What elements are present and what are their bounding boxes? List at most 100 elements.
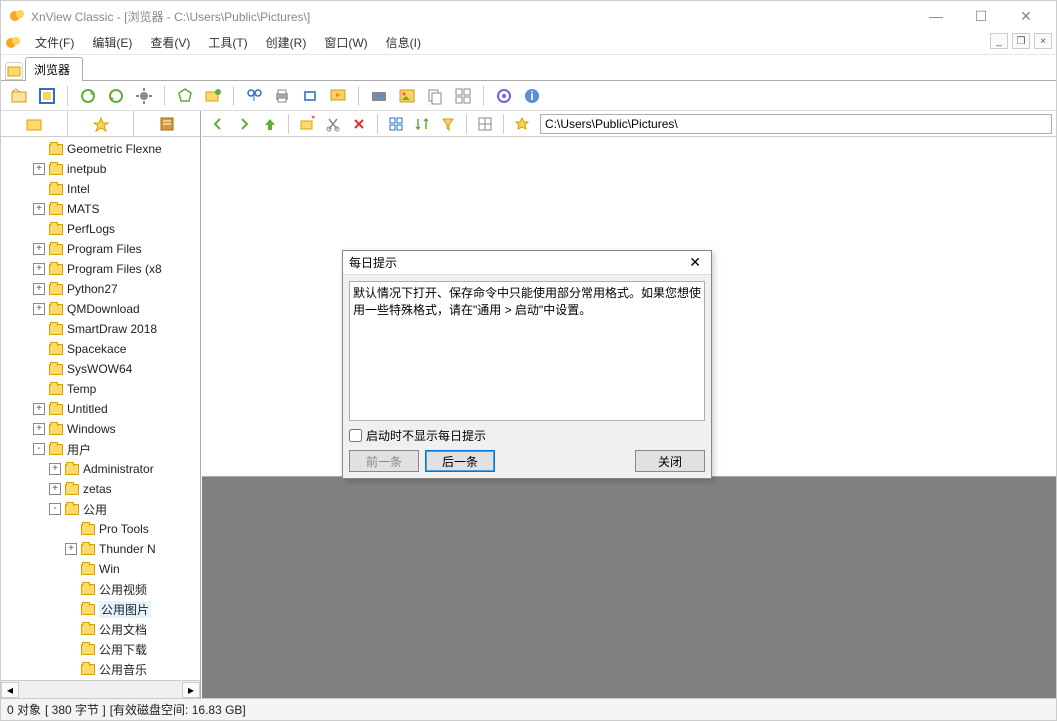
preview-area[interactable] — [202, 477, 1056, 698]
nav-up-icon[interactable] — [258, 112, 282, 136]
settings-icon[interactable] — [492, 84, 516, 108]
tree-item[interactable]: +公用下载 — [1, 639, 200, 659]
dialog-next-button[interactable]: 后一条 — [425, 450, 495, 472]
sidebar-folder-icon[interactable] — [1, 111, 68, 136]
search-icon[interactable] — [242, 84, 266, 108]
checkbox-input[interactable] — [349, 429, 362, 442]
expand-icon[interactable]: + — [33, 243, 45, 255]
tree-item[interactable]: +公用图片 — [1, 599, 200, 619]
folder-icon — [49, 404, 63, 415]
nav-cut-icon[interactable] — [321, 112, 345, 136]
expand-icon[interactable]: + — [49, 463, 61, 475]
expand-icon[interactable]: + — [33, 263, 45, 275]
camera-icon[interactable] — [367, 84, 391, 108]
print-icon[interactable] — [270, 84, 294, 108]
folder-new-icon[interactable] — [201, 84, 225, 108]
tree-item[interactable]: +公用视频 — [1, 579, 200, 599]
expand-icon[interactable]: + — [33, 423, 45, 435]
tree-item[interactable]: +公用音乐 — [1, 659, 200, 679]
expand-icon[interactable]: + — [33, 163, 45, 175]
dialog-close-icon[interactable]: ✕ — [685, 254, 705, 271]
menu-edit[interactable]: 编辑(E) — [84, 32, 140, 53]
nav-back-icon[interactable] — [206, 112, 230, 136]
folder-tree[interactable]: +Geometric Flexne+inetpub+Intel+MATS+Per… — [1, 137, 200, 680]
nav-newfolder-icon[interactable]: * — [295, 112, 319, 136]
nav-delete-icon[interactable] — [347, 112, 371, 136]
mdi-close[interactable]: × — [1034, 33, 1052, 49]
nav-sort-icon[interactable] — [410, 112, 434, 136]
open-icon[interactable] — [7, 84, 31, 108]
sidebar-favorite-icon[interactable] — [68, 111, 135, 136]
sidebar-catalog-icon[interactable] — [134, 111, 200, 136]
tree-item[interactable]: +Intel — [1, 179, 200, 199]
refresh-icon[interactable] — [76, 84, 100, 108]
expand-icon[interactable]: + — [33, 283, 45, 295]
tree-item[interactable]: +Program Files — [1, 239, 200, 259]
info-icon[interactable]: i — [520, 84, 544, 108]
maximize-button[interactable]: ☐ — [959, 2, 1003, 30]
expand-icon[interactable]: + — [33, 203, 45, 215]
tree-item[interactable]: +Untitled — [1, 399, 200, 419]
menu-file[interactable]: 文件(F) — [27, 32, 82, 53]
copy-icon[interactable] — [423, 84, 447, 108]
nav-favorite-icon[interactable] — [510, 112, 534, 136]
tree-item[interactable]: +Python27 — [1, 279, 200, 299]
scroll-left-icon[interactable]: ◂ — [1, 682, 19, 698]
tree-item[interactable]: +MATS — [1, 199, 200, 219]
tree-item[interactable]: +PerfLogs — [1, 219, 200, 239]
tree-item[interactable]: +Spacekace — [1, 339, 200, 359]
tree-item[interactable]: +QMDownload — [1, 299, 200, 319]
nav-filter-icon[interactable] — [436, 112, 460, 136]
grid-icon[interactable] — [451, 84, 475, 108]
mdi-restore[interactable]: ❐ — [1012, 33, 1030, 49]
menu-info[interactable]: 信息(I) — [378, 32, 429, 53]
address-input[interactable] — [540, 114, 1052, 134]
tree-item[interactable]: +zetas — [1, 479, 200, 499]
dialog-prev-button[interactable]: 前一条 — [349, 450, 419, 472]
dialog-dont-show-checkbox[interactable]: 启动时不显示每日提示 — [349, 427, 705, 444]
nav-layout-icon[interactable] — [473, 112, 497, 136]
menu-window[interactable]: 窗口(W) — [316, 32, 375, 53]
image-icon[interactable] — [395, 84, 419, 108]
dialog-titlebar[interactable]: 每日提示 ✕ — [343, 251, 711, 275]
menu-tools[interactable]: 工具(T) — [200, 32, 255, 53]
tree-item[interactable]: +公用文档 — [1, 619, 200, 639]
tree-item[interactable]: +Windows — [1, 419, 200, 439]
tree-item[interactable]: +Pro Tools — [1, 519, 200, 539]
nav-forward-icon[interactable] — [232, 112, 256, 136]
close-button[interactable]: ✕ — [1004, 2, 1048, 30]
sidebar-hscroll[interactable]: ◂ ▸ — [1, 680, 200, 698]
tree-item[interactable]: +Administrator — [1, 459, 200, 479]
tree-item[interactable]: +SysWOW64 — [1, 359, 200, 379]
nav-view-icon[interactable] — [384, 112, 408, 136]
scan-icon[interactable] — [298, 84, 322, 108]
expand-icon[interactable]: + — [65, 543, 77, 555]
tab-browser[interactable]: 浏览器 — [25, 57, 83, 81]
tree-item[interactable]: -用户 — [1, 439, 200, 459]
collapse-icon[interactable]: - — [49, 503, 61, 515]
dialog-close-button[interactable]: 关闭 — [635, 450, 705, 472]
expand-icon[interactable]: + — [49, 483, 61, 495]
refresh-alt-icon[interactable] — [104, 84, 128, 108]
tabbar-icon[interactable] — [5, 62, 23, 80]
tree-item[interactable]: +SmartDraw 2018 — [1, 319, 200, 339]
slideshow-icon[interactable] — [326, 84, 350, 108]
collapse-icon[interactable]: - — [33, 443, 45, 455]
tree-item[interactable]: +Program Files (x8 — [1, 259, 200, 279]
tree-item[interactable]: +Geometric Flexne — [1, 139, 200, 159]
minimize-button[interactable]: — — [914, 2, 958, 30]
menu-view[interactable]: 查看(V) — [142, 32, 198, 53]
recycle-icon[interactable] — [173, 84, 197, 108]
scroll-right-icon[interactable]: ▸ — [182, 682, 200, 698]
mdi-minimize[interactable]: _ — [990, 33, 1008, 49]
tree-item[interactable]: +inetpub — [1, 159, 200, 179]
tree-item[interactable]: +Thunder N — [1, 539, 200, 559]
tree-item[interactable]: +Temp — [1, 379, 200, 399]
menu-create[interactable]: 创建(R) — [258, 32, 315, 53]
gear-icon[interactable] — [132, 84, 156, 108]
tree-item[interactable]: -公用 — [1, 499, 200, 519]
fullscreen-icon[interactable] — [35, 84, 59, 108]
expand-icon[interactable]: + — [33, 303, 45, 315]
expand-icon[interactable]: + — [33, 403, 45, 415]
tree-item[interactable]: +Win — [1, 559, 200, 579]
